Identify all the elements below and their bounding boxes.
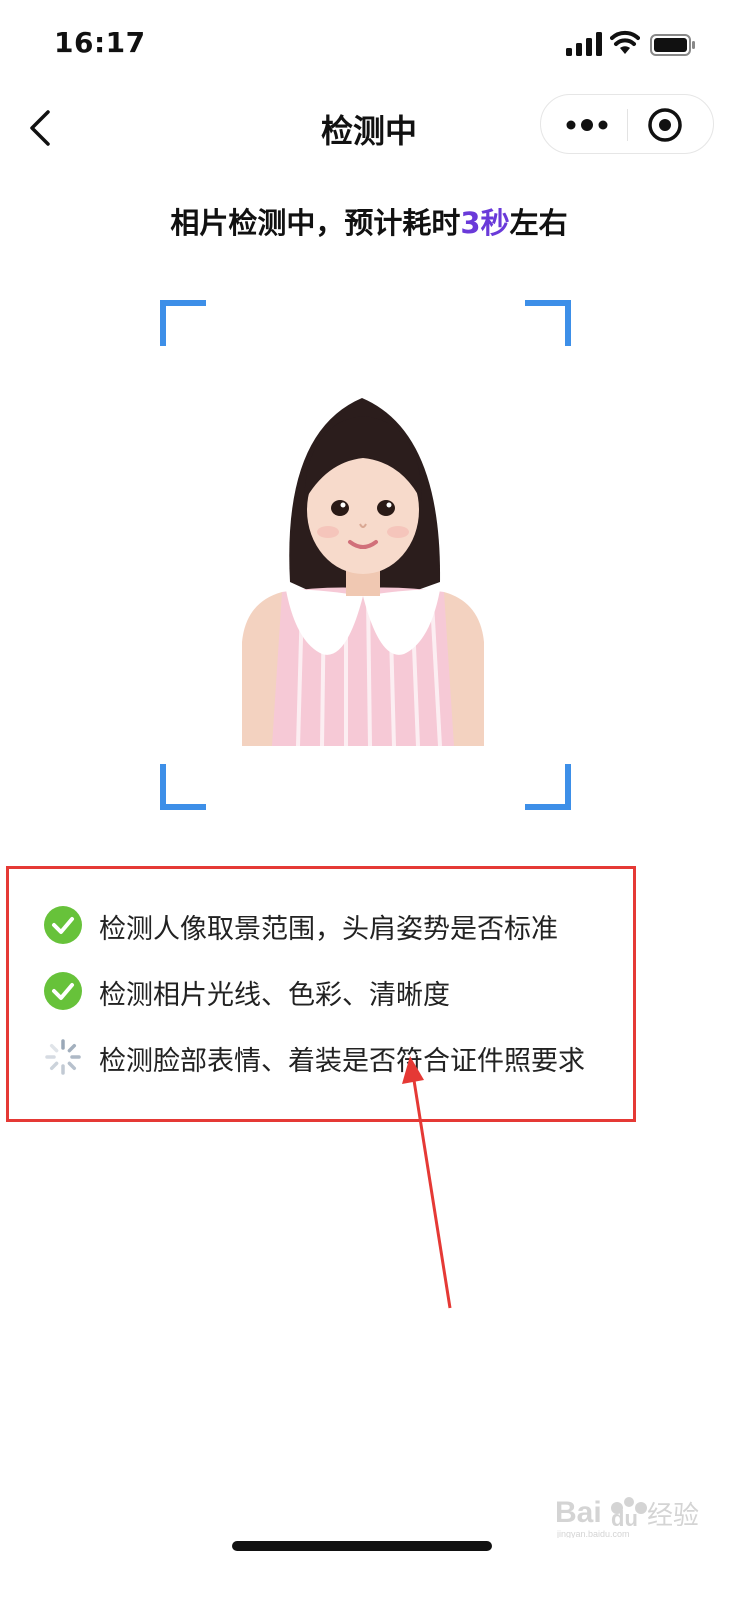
status-bar: 16:17 — [0, 0, 738, 90]
heading-prefix: 相片检测中，预计耗时 — [170, 206, 461, 240]
cellular-signal-icon — [566, 32, 602, 56]
more-dots-icon[interactable] — [557, 107, 617, 143]
wifi-icon — [610, 30, 640, 54]
portrait-photo — [242, 398, 484, 746]
home-indicator[interactable] — [232, 1541, 492, 1551]
status-time: 16:17 — [54, 26, 146, 59]
heading-suffix: 左右 — [509, 206, 568, 240]
annotation-arrow — [402, 1056, 452, 1309]
checklist-item-label: 检测相片光线、色彩、清晰度 — [99, 980, 450, 1011]
mini-program-capsule — [540, 94, 714, 154]
scan-frame-corner-top-right — [525, 300, 571, 346]
checklist-item-label: 检测人像取景范围，头肩姿势是否标准 — [99, 914, 558, 945]
svg-text:Bai: Bai — [555, 1496, 602, 1529]
capsule-divider — [627, 109, 628, 141]
navigation-bar: 检测中 — [0, 92, 738, 164]
svg-text:经验: 经验 — [647, 1501, 699, 1531]
scan-frame-corner-top-left — [160, 300, 206, 346]
check-circle-icon — [44, 972, 82, 1010]
baidu-jingyan-watermark: Bai du 经验 jingyan.baidu.com — [555, 1496, 699, 1538]
svg-text:jingyan.baidu.com: jingyan.baidu.com — [556, 1529, 630, 1538]
checklist-panel: 检测人像取景范围，头肩姿势是否标准 检测相片光线、色彩、清晰度 检测脸部表情、着… — [6, 866, 636, 1122]
scan-frame-corner-bottom-right — [525, 764, 571, 810]
scan-frame-corner-bottom-left — [160, 764, 206, 810]
detection-heading: 相片检测中，预计耗时3秒左右 — [0, 200, 738, 242]
battery-icon — [650, 34, 695, 56]
close-target-icon[interactable] — [645, 107, 685, 143]
svg-text:du: du — [611, 1506, 638, 1531]
heading-duration: 3秒 — [460, 206, 510, 240]
checklist-item-label: 检测脸部表情、着装是否符合证件照要求 — [99, 1046, 585, 1077]
loading-spinner-icon — [45, 1039, 81, 1075]
check-circle-icon — [44, 906, 82, 944]
